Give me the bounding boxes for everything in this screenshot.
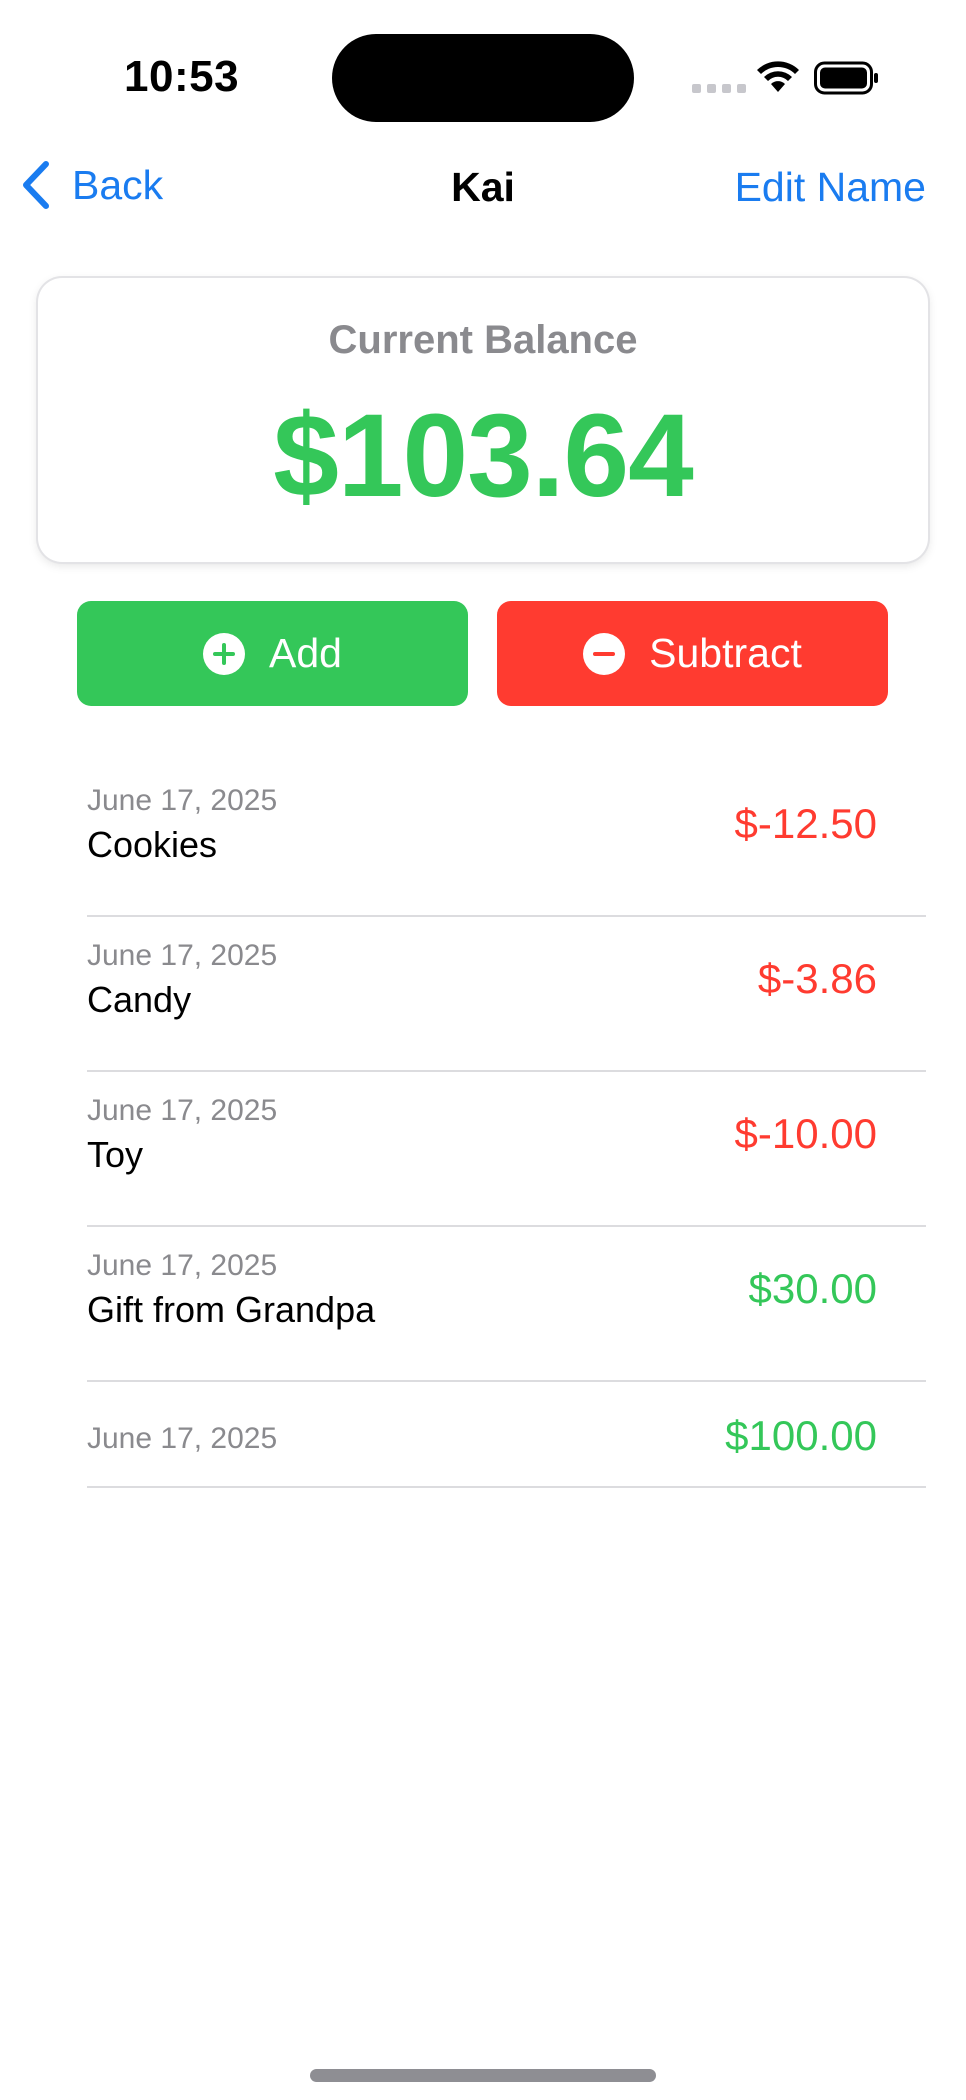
balance-amount: $103.64 xyxy=(273,390,694,522)
home-indicator[interactable] xyxy=(310,2069,656,2082)
transaction-date: June 17, 2025 xyxy=(87,1094,278,1127)
back-button[interactable]: Back xyxy=(20,160,163,210)
minus-circle-icon xyxy=(583,632,626,675)
transaction-list: June 17, 2025 Cookies $-12.50 June 17, 2… xyxy=(0,762,966,1488)
status-time: 10:53 xyxy=(124,52,240,101)
edit-name-button[interactable]: Edit Name xyxy=(735,164,926,211)
transaction-description: Cookies xyxy=(87,824,218,865)
transaction-row[interactable]: June 17, 2025 Gift from Grandpa $30.00 xyxy=(87,1227,926,1382)
transaction-date: June 17, 2025 xyxy=(87,1422,278,1455)
chevron-left-icon xyxy=(23,161,49,209)
back-label: Back xyxy=(72,161,164,208)
transaction-date: June 17, 2025 xyxy=(87,784,278,817)
subtract-label: Subtract xyxy=(649,630,802,676)
battery-icon xyxy=(814,61,878,95)
subtract-button[interactable]: Subtract xyxy=(497,601,888,706)
transaction-date: June 17, 2025 xyxy=(87,1249,278,1282)
transaction-amount: $-10.00 xyxy=(734,1110,877,1157)
plus-circle-icon xyxy=(203,632,246,675)
transaction-description: Gift from Grandpa xyxy=(87,1289,376,1330)
balance-label: Current Balance xyxy=(328,318,638,362)
transaction-row[interactable]: June 17, 2025 Candy $-3.86 xyxy=(87,917,926,1072)
transaction-amount: $-12.50 xyxy=(734,800,877,847)
transaction-description: Toy xyxy=(87,1134,144,1175)
transaction-description: Candy xyxy=(87,979,192,1020)
transaction-row[interactable]: June 17, 2025 Toy $-10.00 xyxy=(87,1072,926,1227)
transaction-date: June 17, 2025 xyxy=(87,939,278,972)
transaction-row[interactable]: June 17, 2025 Cookies $-12.50 xyxy=(87,762,926,917)
wifi-icon xyxy=(757,61,799,92)
balance-card: Current Balance $103.64 xyxy=(38,278,928,562)
add-label: Add xyxy=(269,630,342,676)
app-screen: 10:53 Back Kai Edit Name Current Balance… xyxy=(0,0,966,2100)
cellular-signal-icon xyxy=(692,84,746,93)
transaction-row[interactable]: June 17, 2025 $100.00 xyxy=(87,1382,926,1488)
dynamic-island xyxy=(332,34,634,122)
transaction-amount: $100.00 xyxy=(725,1412,877,1459)
transaction-amount: $30.00 xyxy=(748,1265,877,1312)
transaction-amount: $-3.86 xyxy=(757,955,877,1002)
add-button[interactable]: Add xyxy=(77,601,468,706)
